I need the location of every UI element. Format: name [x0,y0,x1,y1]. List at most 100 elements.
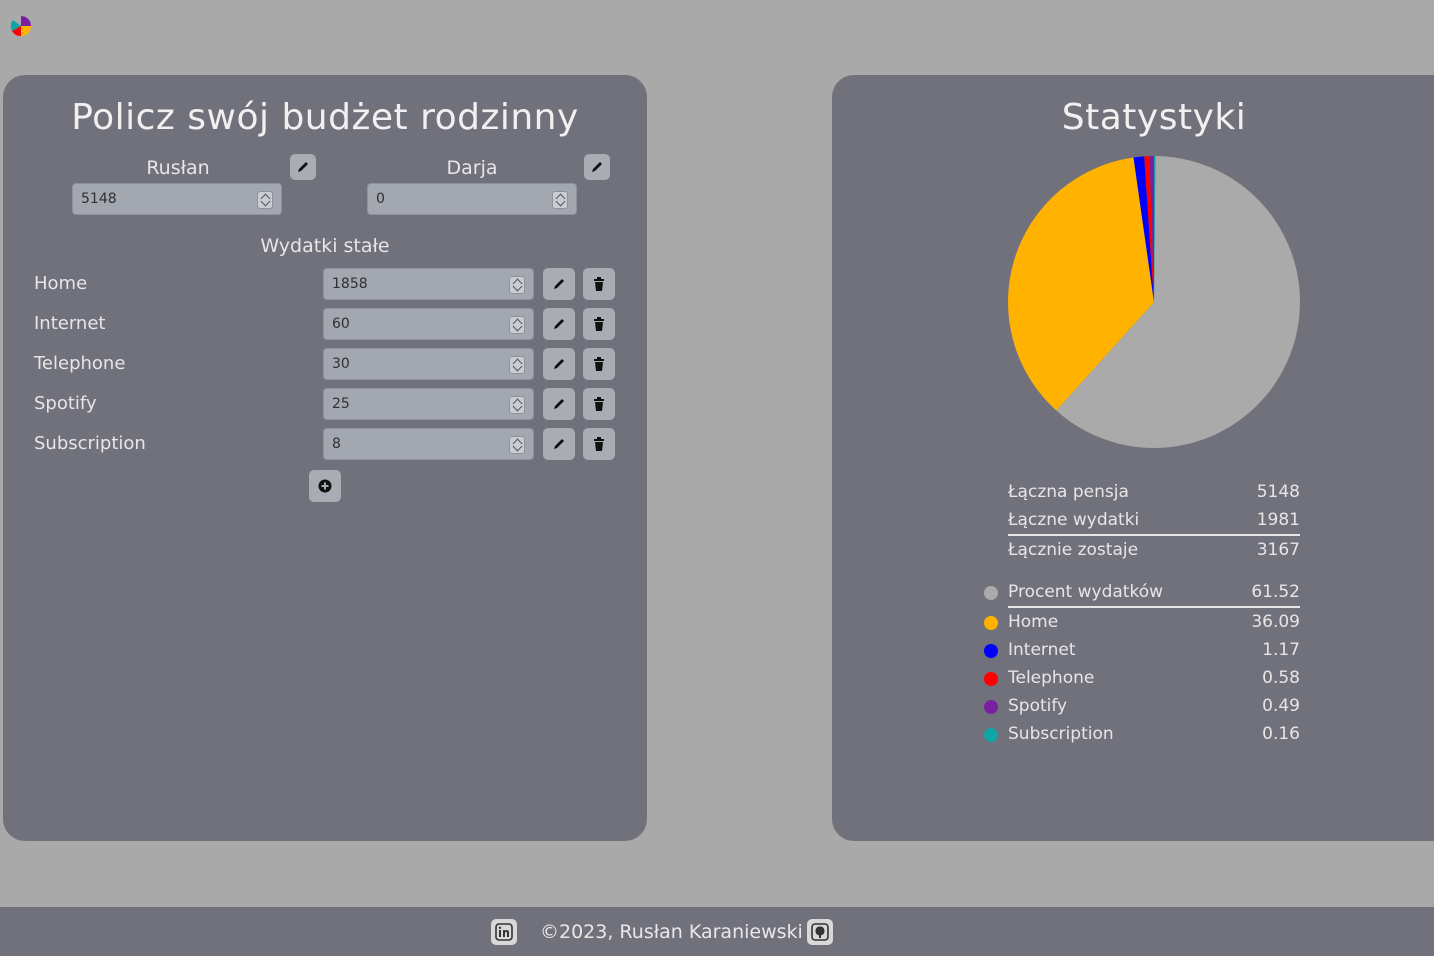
legend-value: 36.09 [1251,612,1300,632]
summary-value: 1981 [1256,510,1300,530]
pencil-icon [298,162,308,172]
spinner-icon[interactable] [509,356,525,374]
delete-expense-button[interactable] [583,348,615,380]
edit-expense-button[interactable] [543,348,575,380]
legend-dot [984,700,998,714]
expense-input[interactable]: 30 [323,348,534,380]
linkedin-glyph [495,923,513,941]
summary-value: 3167 [1256,540,1300,560]
edit-expense-button[interactable] [543,308,575,340]
expense-input[interactable]: 1858 [323,268,534,300]
income-input[interactable]: 5148 [72,183,282,215]
spinner-icon[interactable] [509,436,525,454]
linkedin-icon[interactable] [491,919,517,945]
stats-title: Statystyki [1061,97,1247,138]
edit-expense-button[interactable] [543,388,575,420]
footer: ©2023, Rusłan Karaniewski [0,907,1434,956]
expense-input[interactable]: 60 [323,308,534,340]
budget-title: Policz swój budżet rodzinny [71,97,579,138]
expense-row: Internet 60 [3,308,647,342]
summary-label: Łączna pensja [1008,482,1129,502]
pencil-icon [554,319,564,329]
legend-label: Telephone [1008,668,1095,688]
legend-row: Home 36.09 [984,608,1300,636]
spinner-icon[interactable] [257,191,273,209]
legend-dot [984,728,998,742]
expense-name: Telephone [34,353,126,374]
expense-row: Spotify 25 [3,388,647,422]
spinner-icon[interactable] [509,276,525,294]
expense-value: 1858 [332,276,368,292]
pie-chart-icon [10,16,31,37]
edit-person-button[interactable] [584,154,610,180]
expense-value: 60 [332,316,350,332]
legend-label: Internet [1008,640,1076,660]
expense-row: Subscription 8 [3,428,647,462]
expenses-pie-chart [1008,156,1300,449]
summary-table: Łączna pensja 5148 Łączne wydatki 1981 Ł… [1008,478,1300,564]
summary-label: Łącznie zostaje [1008,540,1139,560]
expense-name: Subscription [34,433,146,454]
trash-icon [594,277,604,291]
income-input[interactable]: 0 [367,183,577,215]
expense-input[interactable]: 8 [323,428,534,460]
legend-row: Telephone 0.58 [984,664,1300,692]
pencil-icon [554,279,564,289]
budget-panel: Policz swój budżet rodzinny Rusłan 5148 … [3,75,647,841]
summary-row: Łączne wydatki 1981 [1008,506,1300,536]
stats-panel: Statystyki Łączna pensja 5148 Łączne wyd… [832,75,1434,841]
legend-dot [984,616,998,630]
edit-person-button[interactable] [290,154,316,180]
delete-expense-button[interactable] [583,388,615,420]
legend-row: Procent wydatków 61.52 [984,578,1300,608]
legend-value: 1.17 [1262,640,1300,660]
delete-expense-button[interactable] [583,428,615,460]
income-value: 0 [376,191,385,207]
pencil-icon [554,439,564,449]
trash-icon [594,317,604,331]
trash-icon [594,397,604,411]
pencil-icon [592,162,602,172]
delete-expense-button[interactable] [583,308,615,340]
pencil-icon [554,399,564,409]
pencil-icon [554,359,564,369]
legend-row: Spotify 0.49 [984,692,1300,720]
legend-label: Subscription [1008,724,1114,744]
summary-row: Łączna pensja 5148 [1008,478,1300,506]
summary-row: Łącznie zostaje 3167 [1008,536,1300,564]
expense-row: Home 1858 [3,268,647,302]
legend-value: 61.52 [1251,582,1300,602]
expense-value: 8 [332,436,341,452]
legend-value: 0.58 [1262,668,1300,688]
expenses-title: Wydatki stałe [260,235,390,257]
person-name: Rusłan [146,157,210,179]
trash-icon [594,357,604,371]
plus-circle-icon [318,479,332,493]
legend-value: 0.16 [1262,724,1300,744]
legend-row: Internet 1.17 [984,636,1300,664]
edit-expense-button[interactable] [543,268,575,300]
expense-input[interactable]: 25 [323,388,534,420]
legend-dot [984,672,998,686]
copyright-text: ©2023, Rusłan Karaniewski [540,921,803,943]
expense-name: Spotify [34,393,97,414]
spinner-icon[interactable] [552,191,568,209]
add-expense-button[interactable] [309,470,341,502]
trash-icon [594,437,604,451]
edit-expense-button[interactable] [543,428,575,460]
expense-name: Home [34,273,88,294]
legend-dot [984,644,998,658]
legend-value: 0.49 [1262,696,1300,716]
github-icon[interactable] [807,919,833,945]
legend-table: Procent wydatków 61.52 Home 36.09 Intern… [984,578,1300,748]
expense-row: Telephone 30 [3,348,647,382]
spinner-icon[interactable] [509,316,525,334]
delete-expense-button[interactable] [583,268,615,300]
expense-name: Internet [34,313,106,334]
expense-value: 30 [332,356,350,372]
income-value: 5148 [81,191,117,207]
github-glyph [811,923,829,941]
legend-label: Home [1008,612,1059,632]
spinner-icon[interactable] [509,396,525,414]
legend-label: Procent wydatków [1008,582,1164,602]
